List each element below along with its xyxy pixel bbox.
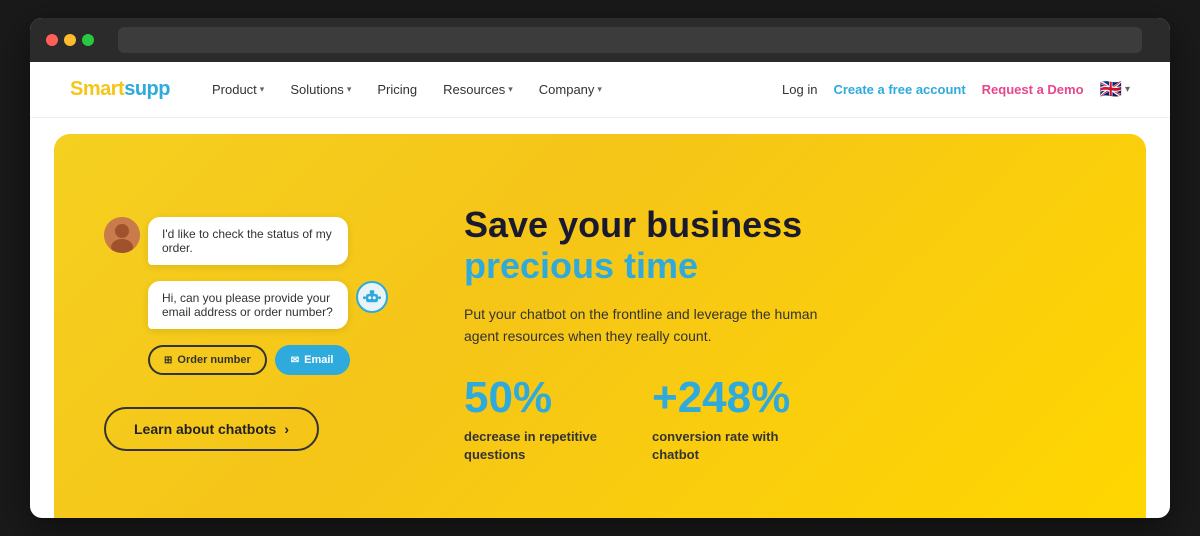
nav-links: Product ▾ Solutions ▾ Pricing Resources …: [202, 76, 782, 103]
close-button-icon[interactable]: [46, 34, 58, 46]
stat-50-percent: 50% decrease in repetitive questions: [464, 376, 604, 464]
logo-supp: supp: [124, 78, 170, 100]
bot-message-row: Hi, can you please provide your email ad…: [148, 281, 388, 329]
chevron-down-icon: ▾: [347, 84, 352, 95]
nav-item-solutions[interactable]: Solutions ▾: [280, 76, 361, 103]
stat-label-248: conversion rate with chatbot: [652, 428, 792, 464]
learn-about-chatbots-button[interactable]: Learn about chatbots ›: [104, 407, 319, 451]
chevron-down-icon: ▾: [597, 84, 602, 95]
logo-smart: Smart: [70, 78, 124, 100]
hero-subtitle: Put your chatbot on the frontline and le…: [464, 303, 844, 348]
hero-title-line2: precious time: [464, 245, 1106, 286]
address-bar[interactable]: [118, 27, 1142, 53]
stat-number-248: +248%: [652, 376, 792, 420]
stats-row: 50% decrease in repetitive questions +24…: [464, 376, 1106, 464]
email-button[interactable]: ✉ Email: [275, 345, 350, 375]
order-number-button[interactable]: ⊞ Order number: [148, 345, 267, 375]
nav-item-product[interactable]: Product ▾: [202, 76, 274, 103]
hero-text: Save your business precious time Put you…: [464, 204, 1106, 464]
stat-label-50: decrease in repetitive questions: [464, 428, 604, 464]
stat-number-50: 50%: [464, 376, 604, 420]
browser-chrome: [30, 18, 1170, 62]
stat-248-percent: +248% conversion rate with chatbot: [652, 376, 792, 464]
browser-window: Smartsupp Product ▾ Solutions ▾ Pricing …: [30, 18, 1170, 518]
create-account-link[interactable]: Create a free account: [833, 82, 965, 97]
hero-title-line1: Save your business: [464, 204, 1106, 245]
robot-icon: [363, 288, 381, 306]
bot-avatar-icon: [356, 281, 388, 313]
language-selector[interactable]: 🇬🇧 ▾: [1100, 79, 1130, 100]
navigation: Smartsupp Product ▾ Solutions ▾ Pricing …: [30, 62, 1170, 118]
user-avatar: [104, 217, 140, 253]
traffic-lights: [46, 34, 94, 46]
flag-icon: 🇬🇧: [1100, 79, 1122, 100]
logo[interactable]: Smartsupp: [70, 78, 170, 101]
chevron-down-icon: ▾: [260, 84, 265, 95]
nav-item-company[interactable]: Company ▾: [529, 76, 612, 103]
fullscreen-button-icon[interactable]: [82, 34, 94, 46]
bot-chat-bubble: Hi, can you please provide your email ad…: [148, 281, 348, 329]
user-message-row: I'd like to check the status of my order…: [104, 217, 348, 265]
chevron-down-icon: ▾: [508, 84, 513, 95]
request-demo-link[interactable]: Request a Demo: [982, 82, 1084, 97]
login-link[interactable]: Log in: [782, 82, 817, 97]
minimize-button-icon[interactable]: [64, 34, 76, 46]
user-chat-bubble: I'd like to check the status of my order…: [148, 217, 348, 265]
chat-mockup: I'd like to check the status of my order…: [104, 217, 424, 451]
nav-right: Log in Create a free account Request a D…: [782, 79, 1130, 100]
nav-item-pricing[interactable]: Pricing: [367, 76, 427, 103]
arrow-right-icon: ›: [284, 421, 289, 437]
grid-icon: ⊞: [164, 355, 172, 366]
nav-item-resources[interactable]: Resources ▾: [433, 76, 523, 103]
hero-section: I'd like to check the status of my order…: [54, 134, 1146, 518]
envelope-icon: ✉: [291, 355, 299, 366]
chevron-down-icon: ▾: [1125, 84, 1130, 95]
avatar-image: [104, 217, 140, 253]
chat-action-buttons: ⊞ Order number ✉ Email: [148, 345, 350, 375]
